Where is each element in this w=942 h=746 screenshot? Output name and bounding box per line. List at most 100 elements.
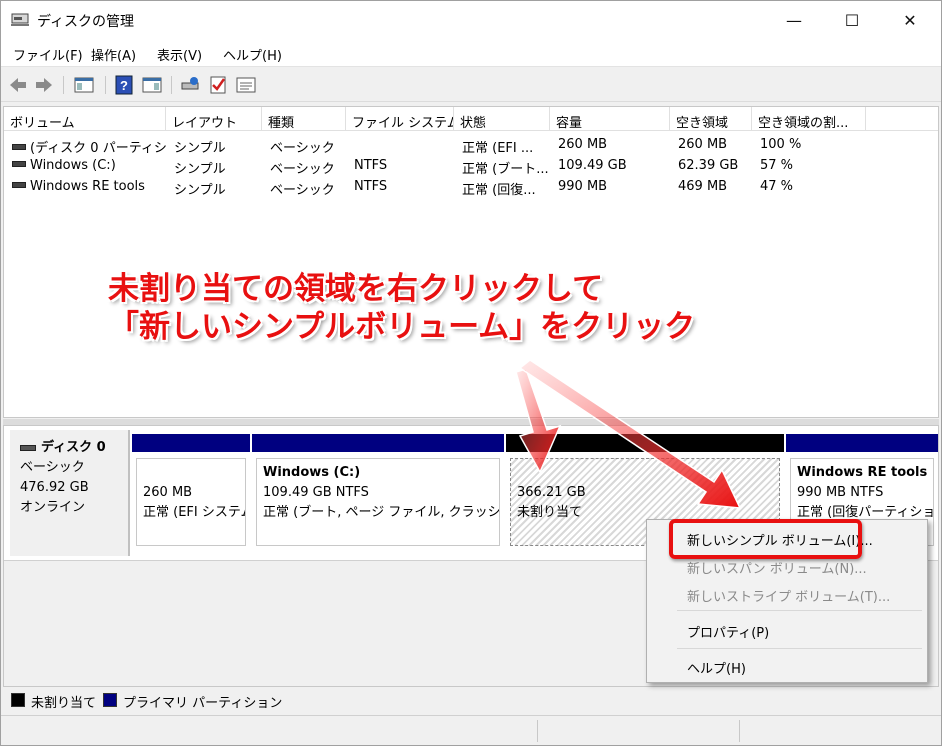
partition-bar <box>786 434 938 452</box>
free-percent-cell: 100 % <box>760 137 802 152</box>
layout-cell: シンプル <box>174 162 226 176</box>
action-pane-icon[interactable] <box>141 75 163 95</box>
back-icon[interactable] <box>7 75 29 95</box>
legend-label-primary: プライマリ パーティション <box>123 696 283 711</box>
partition-name: Windows RE tools <box>797 465 928 480</box>
forward-icon[interactable] <box>33 75 55 95</box>
partition-body: Windows (C:) 109.49 GB NTFS 正常 (ブート, ページ… <box>256 458 500 546</box>
column-header-status[interactable]: 状態 <box>454 107 550 131</box>
maximize-button[interactable]: ☐ <box>829 1 875 39</box>
disk-0-label[interactable]: ディスク 0 ベーシック 476.92 GB オンライン <box>10 430 130 556</box>
disk-type: ベーシック <box>20 460 85 475</box>
partition-size: 366.21 GB <box>517 485 586 500</box>
partition-bar <box>506 434 784 452</box>
table-row[interactable]: Windows RE tools シンプル ベーシック NTFS 正常 (回復.… <box>4 176 938 197</box>
table-row[interactable]: (ディスク 0 パーティショ... シンプル ベーシック 正常 (EFI ...… <box>4 134 938 155</box>
volume-cell: (ディスク 0 パーティショ... <box>6 134 168 155</box>
menu-view[interactable]: 表示(V) <box>157 45 202 64</box>
legend-swatch-primary <box>103 693 117 707</box>
column-header-free-space[interactable]: 空き領域 <box>670 107 752 131</box>
volume-icon <box>12 160 26 167</box>
partition-size: 109.49 GB NTFS <box>263 485 369 500</box>
menu-action[interactable]: 操作(A) <box>91 45 136 64</box>
column-header-filesystem[interactable]: ファイル システム <box>346 107 454 131</box>
title-bar: ディスクの管理 — ☐ ✕ <box>1 1 941 39</box>
menu-separator <box>677 648 922 649</box>
partition-name: Windows (C:) <box>263 465 361 480</box>
menu-item-new-spanned-volume: 新しいスパン ボリューム(N)... <box>687 562 867 577</box>
instruction-line-2: 「新しいシンプルボリューム」をクリック <box>108 309 696 345</box>
type-cell: ベーシック <box>270 141 335 155</box>
table-row[interactable]: Windows (C:) シンプル ベーシック NTFS 正常 (ブート... … <box>4 155 938 176</box>
volume-icon <box>12 181 26 188</box>
menu-help[interactable]: ヘルプ(H) <box>223 45 282 64</box>
svg-text:?: ? <box>120 78 128 93</box>
legend-swatch-unallocated <box>11 693 25 707</box>
disk-size: 476.92 GB <box>20 480 89 495</box>
column-header-layout[interactable]: レイアウト <box>166 107 262 131</box>
free-percent-cell: 57 % <box>760 158 794 173</box>
capacity-cell: 990 MB <box>558 179 608 194</box>
partition-size: 990 MB NTFS <box>797 485 884 500</box>
menu-file[interactable]: ファイル(F) <box>13 45 83 64</box>
partition-windows-c[interactable]: Windows (C:) 109.49 GB NTFS 正常 (ブート, ページ… <box>252 434 504 550</box>
type-cell: ベーシック <box>270 183 335 197</box>
column-header-volume[interactable]: ボリューム <box>4 107 166 131</box>
toolbar: ? <box>1 68 941 102</box>
disk-status: オンライン <box>20 500 86 515</box>
column-header-free-percent[interactable]: 空き領域の割... <box>752 107 866 131</box>
menu-item-help[interactable]: ヘルプ(H) <box>687 658 746 677</box>
disk-icon <box>20 444 36 451</box>
menu-item-properties[interactable]: プロパティ(P) <box>687 622 769 641</box>
free-space-cell: 62.39 GB <box>678 158 739 173</box>
highlight-box <box>669 519 862 559</box>
instruction-annotation: 未割り当ての領域を右クリックして 「新しいシンプルボリューム」をクリック <box>108 270 695 346</box>
partition-name <box>517 463 773 483</box>
column-header-capacity[interactable]: 容量 <box>550 107 670 131</box>
status-cell: 正常 (EFI ... <box>462 141 534 155</box>
status-segment <box>537 720 538 742</box>
volume-cell: Windows (C:) <box>6 155 168 176</box>
console-tree-icon[interactable] <box>73 75 95 95</box>
partition-size: 260 MB <box>143 485 193 500</box>
help-icon[interactable]: ? <box>113 75 135 95</box>
connect-icon[interactable] <box>179 75 201 95</box>
free-space-cell: 469 MB <box>678 179 728 194</box>
free-space-cell: 260 MB <box>678 137 728 152</box>
legend: 未割り当て プライマリ パーティション <box>3 687 939 713</box>
volume-list-pane: ボリューム レイアウト 種類 ファイル システム 状態 容量 空き領域 空き領域… <box>3 106 939 418</box>
status-cell: 正常 (ブート... <box>462 162 549 176</box>
volume-list-header: ボリューム レイアウト 種類 ファイル システム 状態 容量 空き領域 空き領域… <box>4 107 938 131</box>
close-button[interactable]: ✕ <box>887 1 933 39</box>
partition-detail: 正常 (ブート, ページ ファイル, クラッシュ ダン <box>263 505 500 520</box>
capacity-cell: 260 MB <box>558 137 608 152</box>
column-header-type[interactable]: 種類 <box>262 107 346 131</box>
window-title: ディスクの管理 <box>37 14 135 30</box>
properties-icon[interactable] <box>235 75 257 95</box>
menu-bar: ファイル(F) 操作(A) 表示(V) ヘルプ(H) <box>1 39 941 67</box>
disk-name: ディスク 0 <box>20 438 118 458</box>
menu-separator <box>677 610 922 611</box>
status-cell: 正常 (回復... <box>462 183 536 197</box>
volume-icon <box>12 143 26 150</box>
disk-management-app-icon <box>11 13 29 26</box>
instruction-line-1: 未割り当ての領域を右クリックして <box>108 271 604 307</box>
partition-body: 260 MB 正常 (EFI システム <box>136 458 246 546</box>
layout-cell: シンプル <box>174 183 226 197</box>
check-icon[interactable] <box>207 75 229 95</box>
capacity-cell: 109.49 GB <box>558 158 627 173</box>
partition-bar <box>132 434 250 452</box>
filesystem-cell <box>348 134 456 155</box>
menu-item-new-striped-volume: 新しいストライプ ボリューム(T)... <box>687 590 891 605</box>
volume-cell: Windows RE tools <box>6 176 168 197</box>
partition-efi[interactable]: 260 MB 正常 (EFI システム <box>132 434 250 550</box>
partition-detail: 正常 (EFI システム <box>143 505 246 520</box>
minimize-button[interactable]: — <box>771 1 817 39</box>
layout-cell: シンプル <box>174 141 226 155</box>
legend-label-unallocated: 未割り当て <box>31 696 97 711</box>
status-bar <box>1 715 941 745</box>
filesystem-cell: NTFS <box>354 179 388 194</box>
free-percent-cell: 47 % <box>760 179 794 194</box>
status-segment <box>739 720 740 742</box>
filesystem-cell: NTFS <box>354 158 388 173</box>
